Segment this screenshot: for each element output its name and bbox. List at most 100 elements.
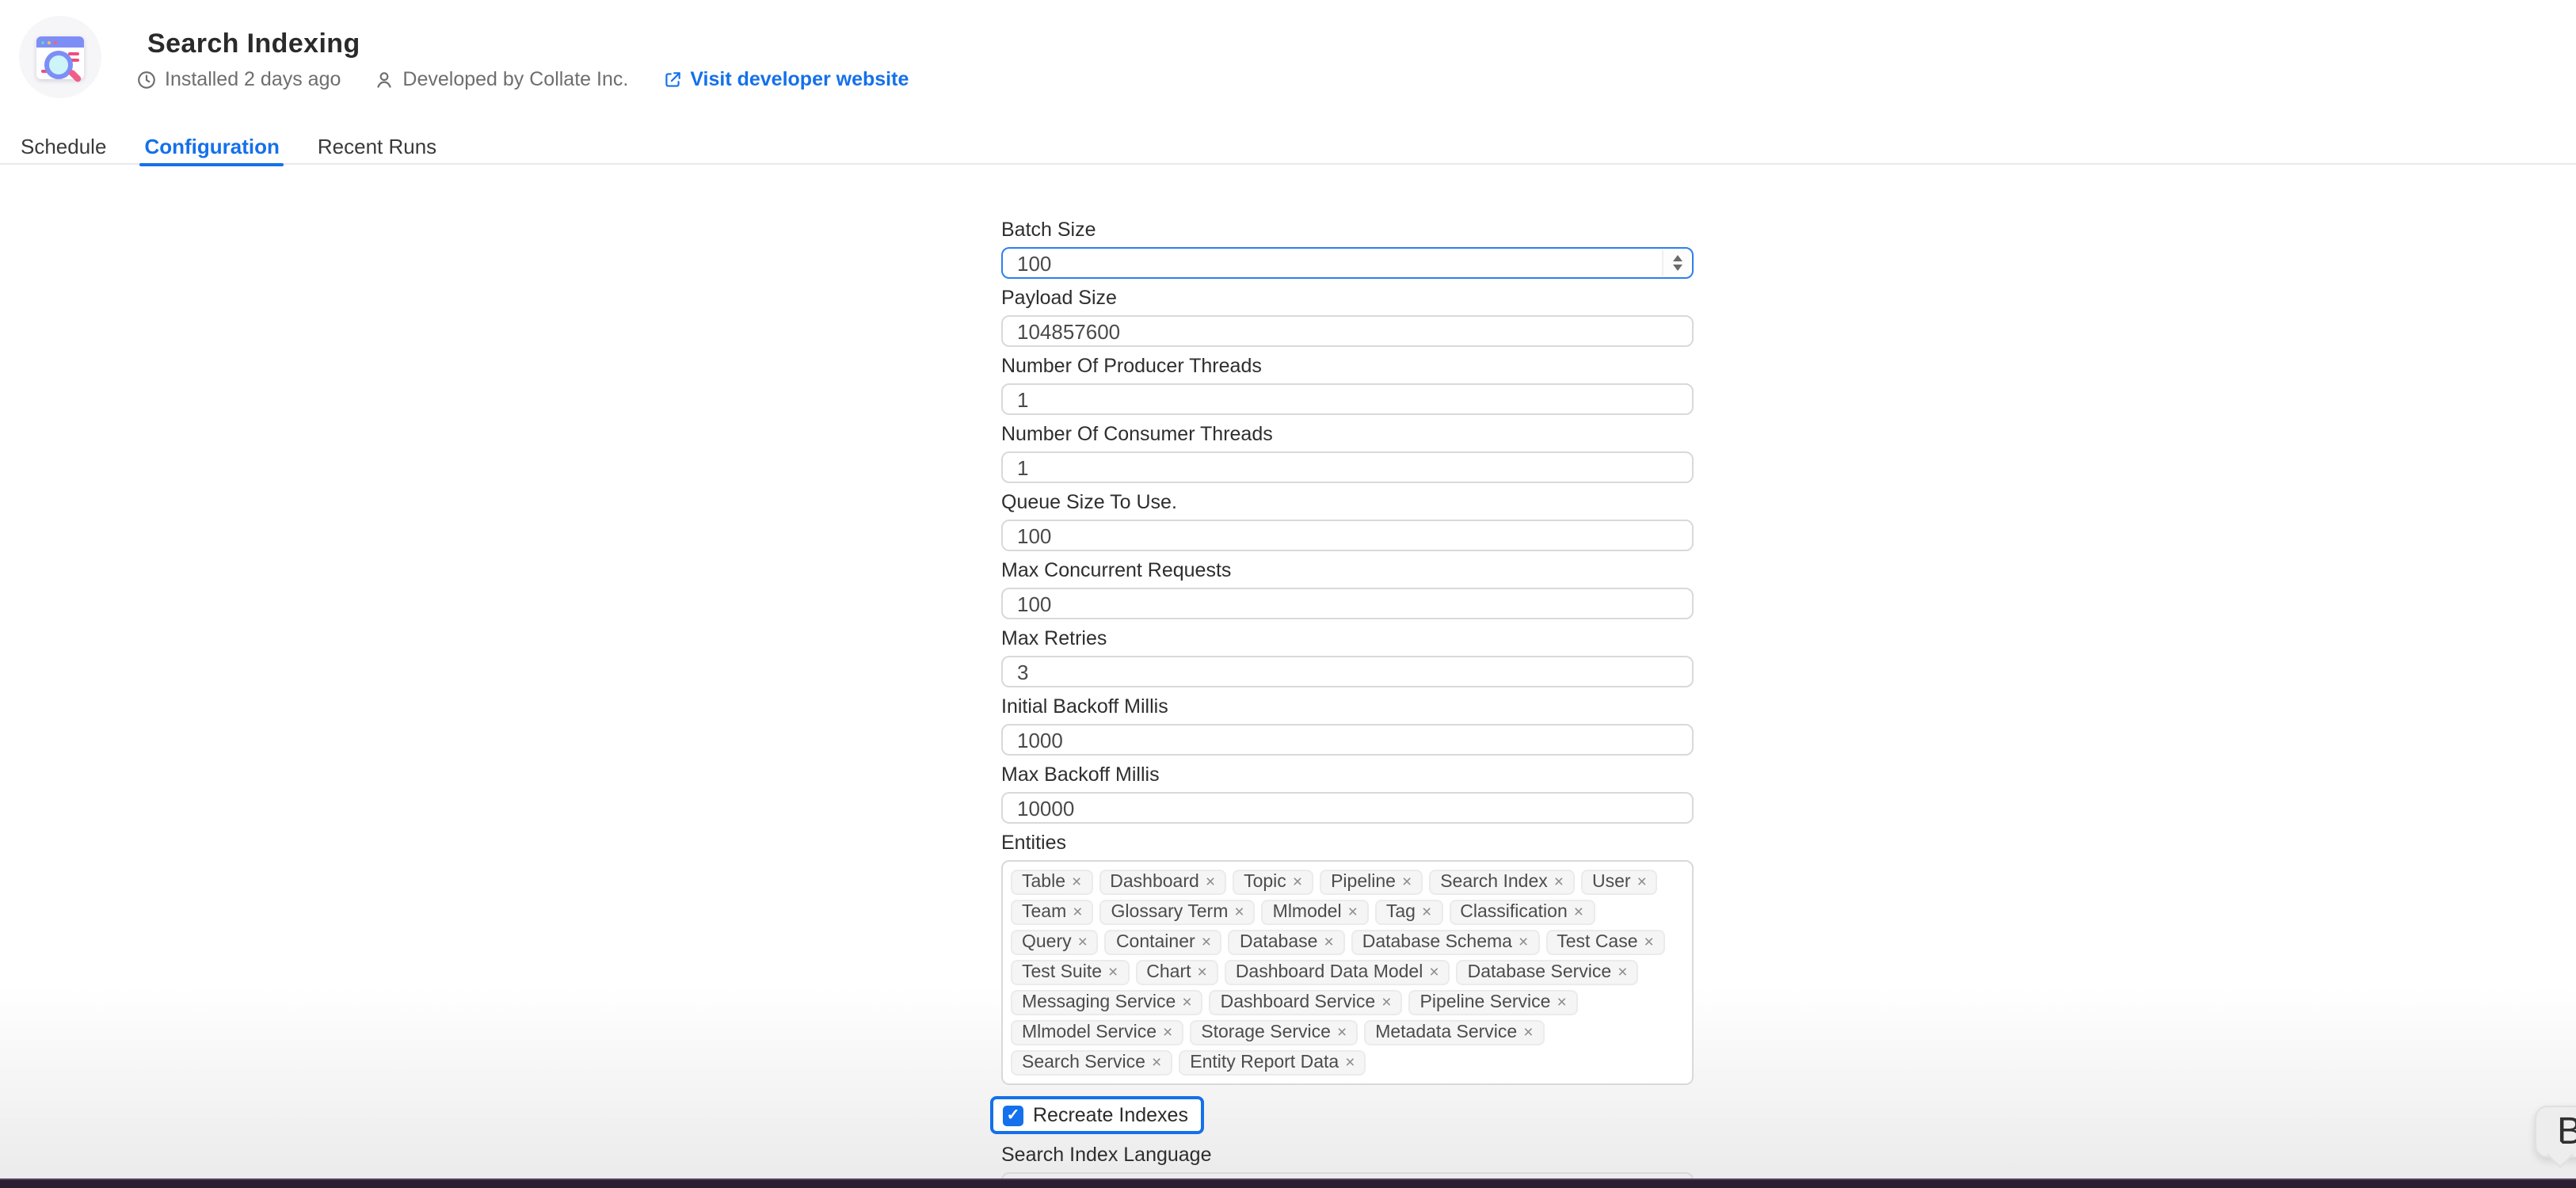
- form-field: Number Of Producer Threads1: [1001, 356, 1694, 415]
- remove-tag-icon[interactable]: ×: [1152, 1052, 1161, 1074]
- form-field: Number Of Consumer Threads1: [1001, 425, 1694, 483]
- field-value: 100: [1017, 524, 1051, 547]
- batch-size-input[interactable]: 100: [1001, 247, 1694, 279]
- tab-bar: Schedule Configuration Recent Runs: [6, 127, 451, 165]
- floating-bubble: B: [2535, 1106, 2576, 1158]
- entity-tag: Team×: [1011, 900, 1094, 925]
- remove-tag-icon[interactable]: ×: [1078, 931, 1088, 954]
- entity-tag: Container×: [1105, 930, 1222, 955]
- remove-tag-icon[interactable]: ×: [1429, 961, 1439, 984]
- decorative-line: [68, 52, 79, 55]
- tab-recent-runs[interactable]: Recent Runs: [303, 127, 451, 165]
- developer-info: Developed by Collate Inc.: [374, 68, 628, 90]
- remove-tag-icon[interactable]: ×: [1574, 901, 1583, 923]
- remove-tag-icon[interactable]: ×: [1422, 901, 1431, 923]
- number-stepper[interactable]: [1662, 250, 1690, 276]
- remove-tag-icon[interactable]: ×: [1108, 961, 1118, 984]
- entity-tag-label: Pipeline Service: [1420, 992, 1551, 1014]
- checkbox-check-icon: ✓: [1003, 1105, 1023, 1125]
- language-label: Search Index Language: [1001, 1145, 1694, 1166]
- entity-tag-label: Database: [1240, 931, 1317, 954]
- entity-tag-label: Test Suite: [1022, 961, 1102, 984]
- external-link-icon: [661, 69, 682, 89]
- bubble-text: B: [2557, 1110, 2576, 1154]
- number-of-producer-threads-input[interactable]: 1: [1001, 383, 1694, 415]
- stepper-up-icon[interactable]: [1672, 255, 1682, 261]
- remove-tag-icon[interactable]: ×: [1206, 871, 1215, 893]
- window-bottom-edge: [0, 1178, 2576, 1188]
- number-of-consumer-threads-input[interactable]: 1: [1001, 451, 1694, 483]
- remove-tag-icon[interactable]: ×: [1073, 901, 1082, 923]
- entity-tag: Pipeline×: [1320, 870, 1423, 895]
- entity-tag: Dashboard×: [1099, 870, 1226, 895]
- max-backoff-millis-input[interactable]: 10000: [1001, 792, 1694, 824]
- entity-tag: Test Suite ×: [1011, 960, 1129, 985]
- entity-tag-label: Database Schema: [1362, 931, 1512, 954]
- entities-multiselect[interactable]: Table×Dashboard×Topic×Pipeline×Search In…: [1001, 860, 1694, 1085]
- remove-tag-icon[interactable]: ×: [1554, 871, 1564, 893]
- entity-tag: Metadata Service ×: [1364, 1020, 1544, 1045]
- entity-tag: Database ×: [1229, 930, 1345, 955]
- remove-tag-icon[interactable]: ×: [1348, 901, 1358, 923]
- remove-tag-icon[interactable]: ×: [1557, 992, 1566, 1014]
- remove-tag-icon[interactable]: ×: [1637, 871, 1647, 893]
- remove-tag-icon[interactable]: ×: [1293, 871, 1302, 893]
- initial-backoff-millis-input[interactable]: 1000: [1001, 724, 1694, 756]
- remove-tag-icon[interactable]: ×: [1072, 871, 1081, 893]
- remove-tag-icon[interactable]: ×: [1324, 931, 1333, 954]
- tab-schedule[interactable]: Schedule: [6, 127, 120, 165]
- max-concurrent-requests-input[interactable]: 100: [1001, 588, 1694, 619]
- remove-tag-icon[interactable]: ×: [1402, 871, 1412, 893]
- queue-size-to-use-input[interactable]: 100: [1001, 520, 1694, 551]
- entity-tag-label: Topic: [1244, 871, 1286, 893]
- entity-tag-label: Search Service: [1022, 1052, 1145, 1074]
- remove-tag-icon[interactable]: ×: [1234, 901, 1244, 923]
- remove-tag-icon[interactable]: ×: [1523, 1022, 1533, 1044]
- remove-tag-icon[interactable]: ×: [1519, 931, 1528, 954]
- entity-tag: Database Schema ×: [1351, 930, 1540, 955]
- remove-tag-icon[interactable]: ×: [1182, 992, 1191, 1014]
- field-label: Payload Size: [1001, 288, 1694, 309]
- entity-tag-label: Database Service: [1468, 961, 1612, 984]
- stepper-down-icon[interactable]: [1672, 265, 1682, 272]
- remove-tag-icon[interactable]: ×: [1644, 931, 1654, 954]
- entity-tag: Pipeline Service ×: [1409, 990, 1578, 1015]
- field-label: Batch Size: [1001, 220, 1694, 241]
- tab-configuration[interactable]: Configuration: [130, 127, 293, 165]
- entity-tag-label: Query: [1022, 931, 1072, 954]
- entity-tag: Database Service ×: [1457, 960, 1639, 985]
- entity-tag: Glossary Term×: [1100, 900, 1256, 925]
- field-value: 104857600: [1017, 319, 1120, 343]
- app-logo-browser-window-icon: [36, 36, 84, 79]
- entity-tag-label: Mlmodel Service: [1022, 1022, 1157, 1044]
- form-field: Max Backoff Millis10000: [1001, 765, 1694, 824]
- developer-website-link[interactable]: Visit developer website: [661, 68, 909, 90]
- recreate-indexes-checkbox[interactable]: ✓ Recreate Indexes: [990, 1096, 1204, 1134]
- remove-tag-icon[interactable]: ×: [1381, 992, 1391, 1014]
- magnifier-handle-icon: [68, 69, 82, 83]
- remove-tag-icon[interactable]: ×: [1337, 1022, 1347, 1044]
- remove-tag-icon[interactable]: ×: [1618, 961, 1627, 984]
- entity-tag: Mlmodel Service ×: [1011, 1020, 1183, 1045]
- remove-tag-icon[interactable]: ×: [1202, 931, 1211, 954]
- entity-tag-label: Chart: [1146, 961, 1191, 984]
- recreate-indexes-label: Recreate Indexes: [1033, 1104, 1188, 1126]
- field-value: 3: [1017, 660, 1028, 683]
- entity-tag: Chart ×: [1135, 960, 1218, 985]
- payload-size-input[interactable]: 104857600: [1001, 315, 1694, 347]
- installed-info: Installed 2 days ago: [136, 68, 341, 90]
- field-value: 100: [1017, 251, 1051, 275]
- entity-tag: Dashboard Service×: [1210, 990, 1403, 1015]
- magnifier-icon: [44, 51, 73, 79]
- entity-tag-label: Messaging Service: [1022, 992, 1176, 1014]
- entity-tag-label: Mlmodel: [1273, 901, 1342, 923]
- entity-tag-label: Metadata Service: [1375, 1022, 1517, 1044]
- remove-tag-icon[interactable]: ×: [1198, 961, 1207, 984]
- max-retries-input[interactable]: 3: [1001, 656, 1694, 687]
- app-page: Search Indexing Installed 2 days ago Dev…: [0, 0, 2576, 1188]
- field-label: Initial Backoff Millis: [1001, 697, 1694, 718]
- form-field: Batch Size 100: [1001, 220, 1694, 279]
- remove-tag-icon[interactable]: ×: [1345, 1052, 1355, 1074]
- entity-tag: Query ×: [1011, 930, 1099, 955]
- remove-tag-icon[interactable]: ×: [1163, 1022, 1172, 1044]
